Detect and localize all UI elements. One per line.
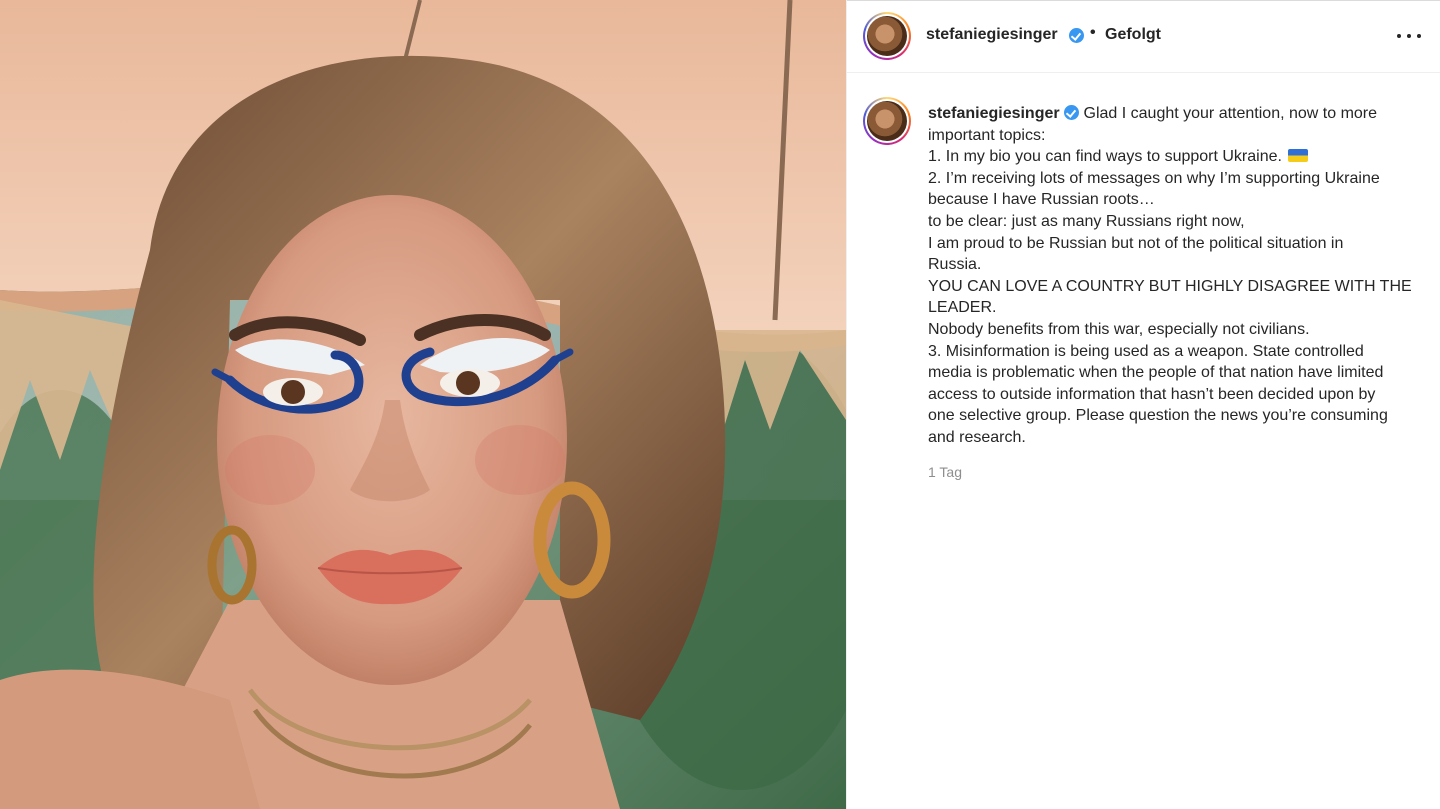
post-timestamp[interactable]: 1 Tag <box>928 464 962 480</box>
caption-text-line: LEADER. <box>928 299 997 317</box>
caption-text-line: one selective group. Please question the… <box>928 407 1388 425</box>
more-options-icon[interactable] <box>1397 31 1421 41</box>
post-side-panel: stefaniegiesinger • Gefolgt stefaniegies… <box>846 0 1440 809</box>
caption-text-line: and research. <box>928 428 1026 446</box>
caption-text: stefaniegiesinger Glad I caught your att… <box>928 103 1433 449</box>
caption-text-line: Glad I caught your attention, now to mor… <box>1083 105 1378 122</box>
caption-avatar[interactable] <box>863 97 911 145</box>
avatar-image <box>867 101 907 141</box>
caption-text-line: to be clear: just as many Russians right… <box>928 212 1245 230</box>
avatar-image <box>867 16 907 56</box>
caption-username[interactable]: stefaniegiesinger <box>928 105 1060 122</box>
caption-text-line: 2. I’m receiving lots of messages on why… <box>928 169 1380 187</box>
ukraine-flag-icon <box>1288 149 1309 163</box>
header-username[interactable]: stefaniegiesinger <box>926 26 1058 44</box>
verified-badge-icon <box>1064 105 1080 120</box>
caption-text-line: media is problematic when the people of … <box>928 364 1384 382</box>
header-separator: • <box>1090 24 1096 41</box>
caption-text-line: access to outside information that hasn’… <box>928 385 1376 403</box>
verified-badge-icon <box>1069 28 1084 43</box>
post-header: stefaniegiesinger • Gefolgt <box>847 1 1440 73</box>
caption-text-line: 3. Misinformation is being used as a wea… <box>928 342 1364 360</box>
caption-text-line: because I have Russian roots… <box>928 191 1155 209</box>
caption-text-line: 1. In my bio you can find ways to suppor… <box>928 148 1282 166</box>
caption-text-line: YOU CAN LOVE A COUNTRY BUT HIGHLY DISAGR… <box>928 277 1412 295</box>
caption-line-3: 1. In my bio you can find ways to suppor… <box>928 146 1433 168</box>
caption-text-line: Nobody benefits from this war, especiall… <box>928 320 1310 338</box>
caption-text-line: I am proud to be Russian but not of the … <box>928 234 1344 252</box>
caption-line-1: stefaniegiesinger Glad I caught your att… <box>928 103 1433 125</box>
header-avatar[interactable] <box>863 12 911 60</box>
caption-text-line: important topics: <box>928 126 1046 144</box>
caption-text-line: Russia. <box>928 256 982 274</box>
post-photo[interactable] <box>0 0 846 809</box>
follow-status-button[interactable]: Gefolgt <box>1105 26 1161 44</box>
portrait-image <box>0 0 846 809</box>
